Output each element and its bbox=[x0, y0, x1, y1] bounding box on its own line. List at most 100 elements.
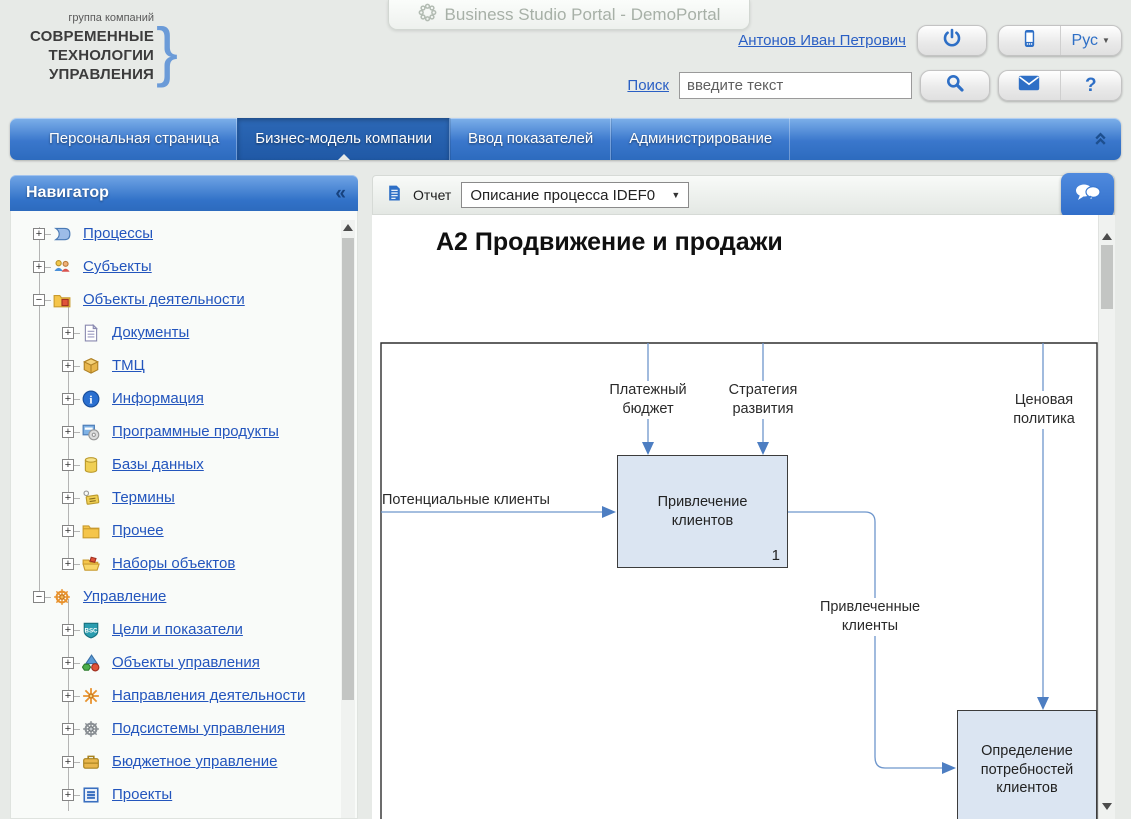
portal-title: Business Studio Portal - DemoPortal bbox=[445, 5, 721, 25]
tree-item: + Субъекты bbox=[11, 250, 357, 283]
expand-toggle-icon[interactable]: + bbox=[62, 789, 74, 801]
folder-objects-icon bbox=[53, 291, 73, 309]
tree-item-link[interactable]: Термины bbox=[112, 489, 175, 506]
wheel-icon bbox=[53, 588, 73, 606]
scroll-up-arrow-icon[interactable] bbox=[343, 224, 353, 231]
nav-tab[interactable]: Бизнес-модель компании bbox=[237, 118, 450, 160]
search-button[interactable] bbox=[920, 70, 990, 101]
power-icon bbox=[942, 28, 962, 53]
tree-item-link[interactable]: Прочее bbox=[112, 522, 164, 539]
search-link[interactable]: Поиск bbox=[627, 77, 669, 94]
expand-toggle-icon[interactable]: + bbox=[62, 426, 74, 438]
report-select[interactable]: Описание процесса IDEF0 ▼ bbox=[461, 182, 689, 208]
expand-toggle-icon[interactable]: + bbox=[62, 690, 74, 702]
expand-toggle-icon[interactable]: + bbox=[62, 723, 74, 735]
navigator-header: Навигатор « bbox=[10, 175, 358, 211]
tree-item-link[interactable]: Процессы bbox=[83, 225, 153, 242]
expand-toggle-icon[interactable]: + bbox=[62, 525, 74, 537]
collapse-up-icon bbox=[1093, 133, 1108, 150]
navigator-scrollbar[interactable] bbox=[341, 220, 355, 818]
arrow-label-strategy: Стратегия развития bbox=[713, 381, 813, 419]
tree-item: + Базы данных bbox=[11, 448, 357, 481]
expand-toggle-icon[interactable]: + bbox=[62, 360, 74, 372]
expand-toggle-icon[interactable]: + bbox=[33, 261, 45, 273]
tree-item-link[interactable]: Проекты bbox=[112, 786, 172, 803]
nav-tab[interactable]: Персональная страница bbox=[32, 118, 237, 160]
content-scrollbar[interactable] bbox=[1098, 215, 1115, 819]
tree-item-link[interactable]: Субъекты bbox=[83, 258, 152, 275]
help-icon: ? bbox=[1085, 75, 1097, 97]
scrollbar-thumb[interactable] bbox=[342, 238, 354, 700]
report-canvas: А2 Продвижение и продажи bbox=[372, 215, 1098, 819]
scroll-up-arrow-icon[interactable] bbox=[1102, 233, 1112, 240]
tree-item-link[interactable]: Объекты управления bbox=[112, 654, 260, 671]
expand-toggle-icon[interactable]: + bbox=[62, 393, 74, 405]
arrow-label-potential-clients: Потенциальные клиенты bbox=[382, 491, 572, 510]
chevron-down-icon: ▼ bbox=[1102, 36, 1110, 45]
tree-item: + Подсистемы управления bbox=[11, 712, 357, 745]
tree-item: − Объекты деятельности bbox=[11, 283, 357, 316]
tree-item: + Наборы объектов bbox=[11, 547, 357, 580]
expand-toggle-icon[interactable]: + bbox=[62, 327, 74, 339]
scrollbar-thumb[interactable] bbox=[1101, 245, 1113, 309]
nav-tabs: Персональная страницаБизнес-модель компа… bbox=[10, 118, 1121, 160]
process-box-define-needs[interactable]: Определение потребностей клиентов bbox=[957, 710, 1097, 819]
expand-toggle-icon[interactable]: + bbox=[33, 228, 45, 240]
report-label: Отчет bbox=[413, 187, 451, 203]
navigator-title: Навигатор bbox=[26, 184, 109, 202]
database-icon bbox=[82, 456, 102, 474]
tree-item-link[interactable]: Бюджетное управление bbox=[112, 753, 277, 770]
expand-toggle-icon[interactable]: + bbox=[62, 459, 74, 471]
panel-collapse-icon[interactable]: « bbox=[335, 184, 346, 203]
language-selector[interactable]: Рус ▼ bbox=[1060, 26, 1122, 55]
search-input[interactable] bbox=[679, 72, 912, 99]
tree-item-link[interactable]: ТМЦ bbox=[112, 357, 145, 374]
navbar-collapse-button[interactable] bbox=[1093, 131, 1108, 151]
tree-item-link[interactable]: Цели и показатели bbox=[112, 621, 243, 638]
expand-toggle-icon[interactable]: + bbox=[62, 624, 74, 636]
process-icon bbox=[53, 225, 73, 243]
process-box-number: 1 bbox=[772, 546, 780, 566]
comments-button[interactable] bbox=[1061, 173, 1114, 218]
arrow-label-attracted-clients: Привлеченные клиенты bbox=[810, 598, 930, 636]
arrow-label-payment-budget: Платежный бюджет bbox=[598, 381, 698, 419]
chevron-down-icon: ▼ bbox=[671, 190, 680, 200]
process-box-attract-clients[interactable]: Привлечение клиентов 1 bbox=[617, 455, 788, 568]
shapes-icon bbox=[82, 654, 102, 672]
tree-item-link[interactable]: Информация bbox=[112, 390, 204, 407]
tree-item-link[interactable]: Объекты деятельности bbox=[83, 291, 245, 308]
tree-item-link[interactable]: Наборы объектов bbox=[112, 555, 235, 572]
expand-toggle-icon[interactable]: + bbox=[62, 657, 74, 669]
logo-line-1: СОВРЕМЕННЫЕ bbox=[30, 27, 154, 46]
tree-item: + Направления деятельности bbox=[11, 679, 357, 712]
scroll-down-arrow-icon[interactable] bbox=[1102, 803, 1112, 810]
tree-item-link[interactable]: Направления деятельности bbox=[112, 687, 305, 704]
phone-icon bbox=[1021, 29, 1038, 53]
nav-tab[interactable]: Администрирование bbox=[611, 118, 790, 160]
tree-item-link[interactable]: Базы данных bbox=[112, 456, 204, 473]
tree-item-link[interactable]: Программные продукты bbox=[112, 423, 279, 440]
messages-button[interactable] bbox=[999, 71, 1060, 100]
collapse-toggle-icon[interactable]: − bbox=[33, 591, 45, 603]
expand-toggle-icon[interactable]: + bbox=[62, 756, 74, 768]
nav-tab[interactable]: Ввод показателей bbox=[450, 118, 611, 160]
tree-item: + Прочее bbox=[11, 514, 357, 547]
report-document-icon bbox=[386, 184, 403, 207]
collapse-toggle-icon[interactable]: − bbox=[33, 294, 45, 306]
company-logo: группа компаний СОВРЕМЕННЫЕ ТЕХНОЛОГИИ У… bbox=[30, 12, 178, 90]
tree-item: + i Информация bbox=[11, 382, 357, 415]
user-profile-link[interactable]: Антонов Иван Петрович bbox=[738, 32, 906, 49]
logo-line-2: ТЕХНОЛОГИИ bbox=[30, 46, 154, 65]
expand-toggle-icon[interactable]: + bbox=[62, 492, 74, 504]
logo-group-text: группа компаний bbox=[30, 12, 154, 24]
gear-icon bbox=[418, 3, 437, 27]
tree-item: + Проекты bbox=[11, 778, 357, 811]
tree-item-link[interactable]: Подсистемы управления bbox=[112, 720, 285, 737]
mobile-version-button[interactable] bbox=[999, 26, 1060, 55]
tree-item-link[interactable]: Документы bbox=[112, 324, 189, 341]
tree-item-link[interactable]: Управление bbox=[83, 588, 166, 605]
help-button[interactable]: ? bbox=[1060, 71, 1122, 100]
logout-button[interactable] bbox=[917, 25, 987, 56]
expand-toggle-icon[interactable]: + bbox=[62, 558, 74, 570]
svg-text:i: i bbox=[89, 394, 92, 406]
